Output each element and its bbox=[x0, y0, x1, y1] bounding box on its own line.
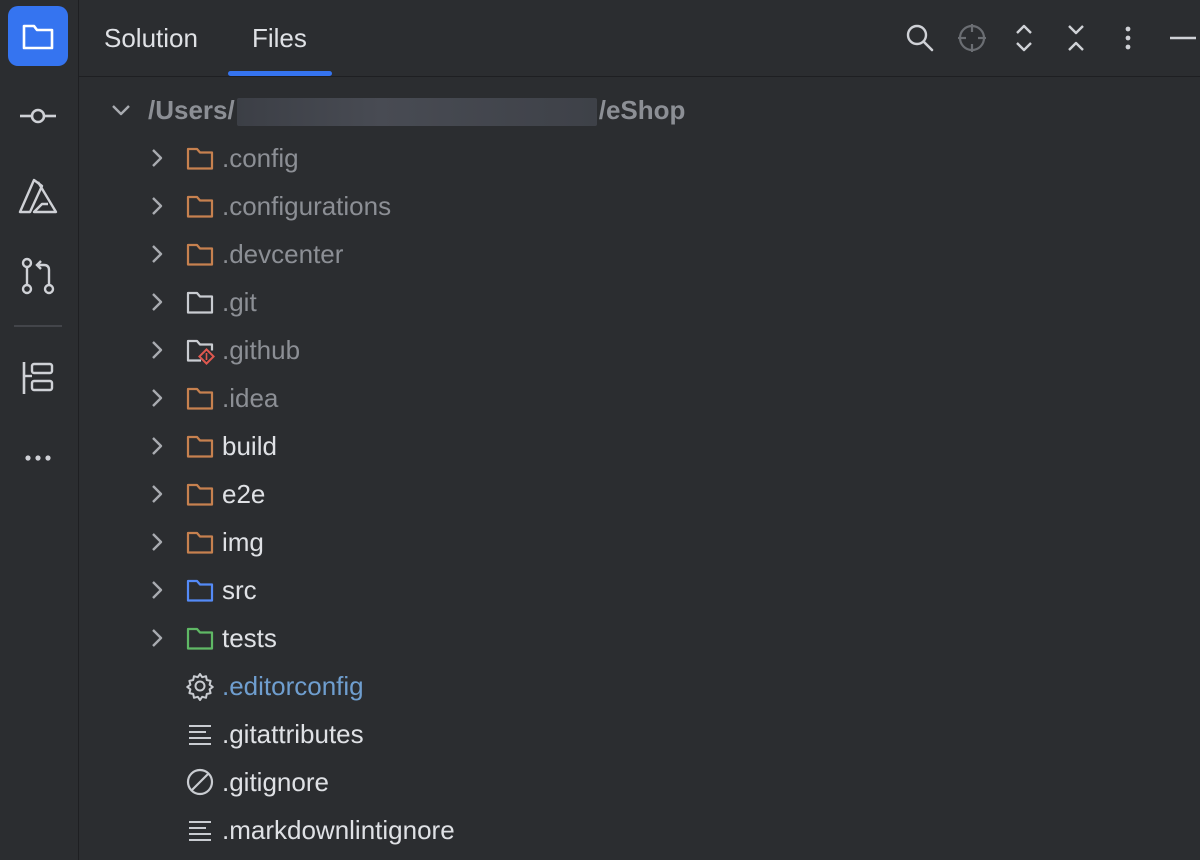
activity-separator bbox=[14, 325, 62, 327]
tree-item[interactable]: img bbox=[79, 518, 1200, 566]
tree-item-label: .git bbox=[222, 287, 257, 317]
text-file-icon bbox=[189, 725, 211, 745]
chevron-right-icon[interactable] bbox=[143, 240, 171, 268]
folder-orange-icon bbox=[186, 531, 214, 554]
ignore-file-icon bbox=[186, 768, 214, 796]
gear-icon bbox=[186, 673, 214, 701]
tree-item[interactable]: src bbox=[79, 566, 1200, 614]
tree-item[interactable]: .config bbox=[79, 134, 1200, 182]
folder-orange-icon bbox=[186, 147, 214, 170]
tree-item[interactable]: .gitattributes bbox=[79, 710, 1200, 758]
chevron-right-icon[interactable] bbox=[143, 624, 171, 652]
tree-item-label: .configurations bbox=[222, 191, 392, 221]
tree-item-label: src bbox=[222, 575, 257, 605]
chevron-right-icon[interactable] bbox=[143, 432, 171, 460]
tab-solution[interactable]: Solution bbox=[104, 20, 198, 56]
tree-item[interactable]: .gitignore bbox=[79, 758, 1200, 806]
search-icon bbox=[906, 24, 934, 52]
commit-tool-button[interactable] bbox=[8, 86, 68, 146]
folder-blue-icon bbox=[186, 579, 214, 602]
expand-all-button[interactable] bbox=[1002, 16, 1046, 60]
tree-item-label: img bbox=[222, 527, 264, 557]
tree-item-label: .gitignore bbox=[222, 767, 329, 797]
structure-icon bbox=[22, 362, 54, 394]
tree-item-label: .markdownlintignore bbox=[222, 815, 455, 845]
root-path: /Users/ /eShop bbox=[148, 86, 685, 134]
tree-item[interactable]: tests bbox=[79, 614, 1200, 662]
chevron-right-icon[interactable] bbox=[143, 192, 171, 220]
tree-root-row[interactable]: /Users/ /eShop bbox=[79, 86, 1200, 134]
folder-gray-icon bbox=[186, 291, 214, 314]
tree-item-label: .idea bbox=[222, 383, 279, 413]
tree-item[interactable]: .git bbox=[79, 278, 1200, 326]
chevron-right-icon[interactable] bbox=[143, 384, 171, 412]
hide-button[interactable] bbox=[1158, 16, 1200, 60]
pull-request-icon bbox=[21, 257, 55, 295]
chevron-right-icon[interactable] bbox=[143, 144, 171, 172]
options-menu-button[interactable] bbox=[1106, 16, 1150, 60]
tree-item[interactable]: .editorconfig bbox=[79, 662, 1200, 710]
tree-item-label: .editorconfig bbox=[222, 671, 364, 701]
collapse-all-icon bbox=[1068, 25, 1084, 51]
tree-item-label: e2e bbox=[222, 479, 266, 509]
folder-icon bbox=[22, 24, 54, 50]
text-file-icon bbox=[189, 821, 211, 841]
crosshair-icon bbox=[958, 24, 986, 52]
tool-window-header: Solution Files bbox=[79, 0, 1200, 77]
chevron-right-icon[interactable] bbox=[143, 336, 171, 364]
tree-item-label: .github bbox=[222, 335, 301, 365]
active-tab-indicator bbox=[228, 71, 332, 76]
chevron-right-icon[interactable] bbox=[143, 480, 171, 508]
tree-item[interactable]: .markdownlintignore bbox=[79, 806, 1200, 854]
minimize-icon bbox=[1170, 36, 1196, 40]
commit-icon bbox=[20, 108, 56, 124]
tree-item[interactable]: e2e bbox=[79, 470, 1200, 518]
folder-orange-icon bbox=[186, 483, 214, 506]
folder-github-icon bbox=[186, 339, 215, 365]
search-button[interactable] bbox=[898, 16, 942, 60]
azure-icon bbox=[18, 178, 58, 214]
more-vertical-icon bbox=[1125, 26, 1131, 50]
locate-file-button[interactable] bbox=[950, 16, 994, 60]
folder-orange-icon bbox=[186, 243, 214, 266]
folder-orange-icon bbox=[186, 435, 214, 458]
tree-item-label: .devcenter bbox=[222, 239, 344, 269]
root-path-prefix: /Users/ bbox=[148, 95, 235, 125]
tree-item[interactable]: .idea bbox=[79, 374, 1200, 422]
chevron-down-icon[interactable] bbox=[107, 96, 135, 124]
root-path-suffix: /eShop bbox=[598, 95, 686, 125]
redacted-username bbox=[236, 98, 597, 127]
tab-files[interactable]: Files bbox=[252, 20, 307, 56]
chevron-right-icon[interactable] bbox=[143, 528, 171, 556]
tree-item-label: .config bbox=[222, 143, 299, 173]
expand-all-icon bbox=[1016, 24, 1032, 52]
more-tools-button[interactable] bbox=[8, 428, 68, 488]
folder-orange-icon bbox=[186, 195, 214, 218]
tree-item-label: build bbox=[222, 431, 277, 461]
collapse-all-button[interactable] bbox=[1054, 16, 1098, 60]
tree-item[interactable]: .configurations bbox=[79, 182, 1200, 230]
tree-item-label: .gitattributes bbox=[222, 719, 364, 749]
tree-item[interactable]: build bbox=[79, 422, 1200, 470]
chevron-right-icon[interactable] bbox=[143, 288, 171, 316]
tree-item[interactable]: .github bbox=[79, 326, 1200, 374]
project-tool-button[interactable] bbox=[8, 6, 68, 66]
azure-tool-button[interactable] bbox=[8, 166, 68, 226]
pull-requests-tool-button[interactable] bbox=[8, 246, 68, 306]
structure-tool-button[interactable] bbox=[8, 348, 68, 408]
more-horizontal-icon bbox=[25, 455, 51, 461]
chevron-right-icon[interactable] bbox=[143, 576, 171, 604]
folder-green-icon bbox=[186, 627, 214, 650]
tree-item-label: tests bbox=[222, 623, 277, 653]
tree-item[interactable]: .devcenter bbox=[79, 230, 1200, 278]
activity-bar bbox=[0, 0, 79, 860]
folder-orange-icon bbox=[186, 387, 214, 410]
